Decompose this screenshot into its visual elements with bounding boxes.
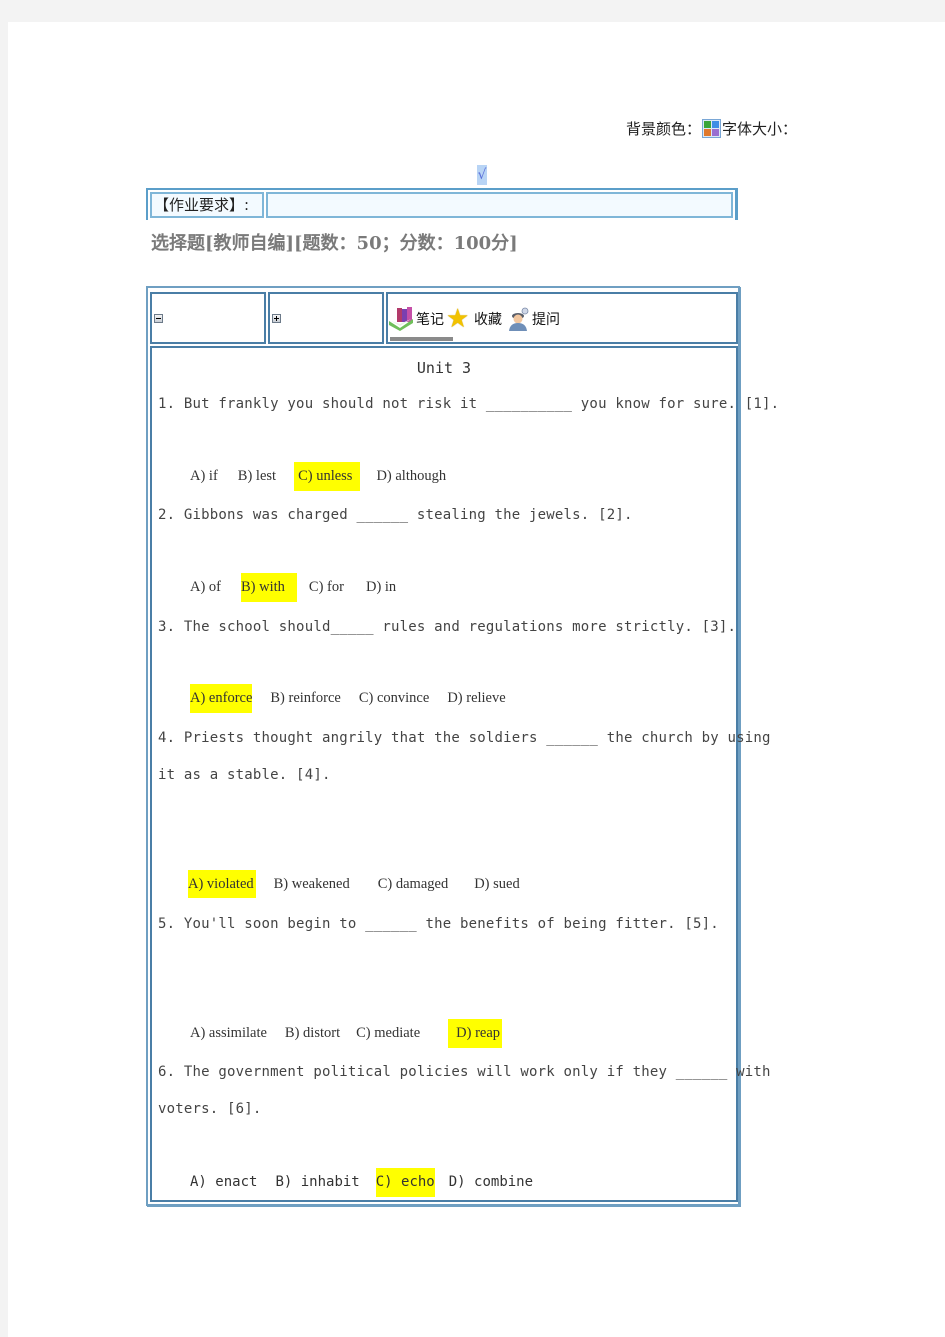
option-c[interactable]: C) damaged: [378, 870, 448, 899]
question-options: A) enact B) inhabit C) echo D) combine: [190, 1168, 533, 1197]
display-settings: 背景颜色： 字体大小：: [626, 118, 797, 139]
question-content: Unit 3 1. But frankly you should not ris…: [150, 346, 779, 1202]
palette-swatch: [704, 129, 712, 136]
notes-book-icon: [389, 307, 413, 331]
checkmark-icon: √: [477, 165, 487, 185]
option-b[interactable]: B) distort: [285, 1019, 340, 1048]
correct-highlight: A) violated: [188, 870, 256, 898]
palette-swatch: [712, 129, 720, 136]
requirement-row: 【作业要求】:: [146, 188, 738, 220]
option-d[interactable]: D) in: [366, 573, 396, 602]
notes-label: 笔记: [416, 312, 444, 328]
question-options: A) enforce B) reinforce C) convince D) r…: [190, 684, 506, 713]
expand-icon[interactable]: [272, 314, 281, 323]
option-a[interactable]: A) assimilate: [190, 1019, 267, 1048]
question-stem-continued: voters. [6].: [158, 1101, 262, 1117]
option-a-correct[interactable]: A) enforce: [190, 684, 253, 713]
option-b-correct[interactable]: B) with: [241, 573, 297, 602]
question-stem: 6. The government political policies wil…: [158, 1064, 771, 1080]
option-c[interactable]: C) mediate: [356, 1019, 420, 1048]
ask-button[interactable]: 提问: [508, 307, 560, 331]
option-d[interactable]: D) relieve: [447, 684, 505, 713]
question-stem: 3. The school should_____ rules and regu…: [158, 619, 737, 635]
question-options: A) violated B) weakened C) damaged D) su…: [188, 870, 520, 899]
ask-label: 提问: [532, 312, 560, 328]
requirement-label: 【作业要求】:: [150, 192, 264, 218]
question-options: A) assimilate B) distort C) mediate D) r…: [190, 1019, 503, 1048]
favorite-label: 收藏: [474, 312, 502, 328]
star-icon: ★: [446, 304, 470, 334]
collapse-cell: [150, 292, 266, 344]
option-b[interactable]: B) lest: [238, 462, 276, 491]
notes-button[interactable]: 笔记: [388, 306, 444, 332]
option-a[interactable]: A) of: [190, 573, 221, 602]
question-options: A) of B) with C) for D) in: [190, 573, 396, 602]
section-title: 选择题[教师自编][题数：50；分数：100分]: [151, 233, 518, 254]
document-page: 背景颜色： 字体大小： √ 【作业要求】: 选择题[教师自编][题数：50；分数…: [8, 22, 945, 1337]
option-c-correct[interactable]: C) unless: [294, 462, 361, 491]
tools-cell: 笔记 ★ 收藏 提问: [386, 292, 738, 344]
color-palette-icon[interactable]: [702, 119, 722, 138]
option-d[interactable]: D) combine: [449, 1168, 533, 1197]
user-question-icon: [509, 307, 529, 331]
option-b[interactable]: B) weakened: [274, 870, 350, 899]
option-b[interactable]: B) inhabit: [275, 1168, 359, 1197]
option-d[interactable]: D) sued: [474, 870, 520, 899]
question-stem-continued: it as a stable. [4].: [158, 767, 331, 783]
question-options: A) if B) lest C) unless D) although: [190, 462, 446, 491]
font-size-label[interactable]: 字体大小：: [722, 118, 797, 139]
option-a[interactable]: A) enact: [190, 1168, 257, 1197]
palette-swatch: [704, 121, 712, 128]
option-c-correct[interactable]: C) echo: [375, 1168, 435, 1197]
option-d-correct[interactable]: D) reap: [448, 1019, 503, 1048]
option-c[interactable]: C) for: [309, 573, 344, 602]
palette-swatch: [712, 121, 720, 128]
tools-bar: 笔记 ★ 收藏 提问: [388, 306, 560, 332]
question-stem: 5. You'll soon begin to ______ the benef…: [158, 916, 719, 932]
option-c[interactable]: C) convince: [359, 684, 429, 713]
question-stem: 4. Priests thought angrily that the sold…: [158, 730, 771, 746]
favorite-button[interactable]: ★ 收藏: [446, 306, 502, 332]
question-stem: 2. Gibbons was charged ______ stealing t…: [158, 507, 633, 523]
collapse-icon[interactable]: [154, 314, 163, 323]
option-a[interactable]: A) if: [190, 462, 218, 491]
option-b[interactable]: B) reinforce: [270, 684, 340, 713]
option-d[interactable]: D) although: [376, 462, 446, 491]
question-panel: 笔记 ★ 收藏 提问 Unit 3 1. But frankly you sho…: [146, 286, 779, 1206]
question-stem: 1. But frankly you should not risk it __…: [158, 396, 780, 412]
requirement-value: [266, 192, 733, 218]
expand-cell: [268, 292, 384, 344]
option-a-correct[interactable]: A) violated: [188, 870, 256, 899]
background-color-label: 背景颜色：: [626, 120, 702, 138]
unit-title: Unit 3: [416, 359, 472, 377]
notes-underline: [390, 337, 453, 341]
